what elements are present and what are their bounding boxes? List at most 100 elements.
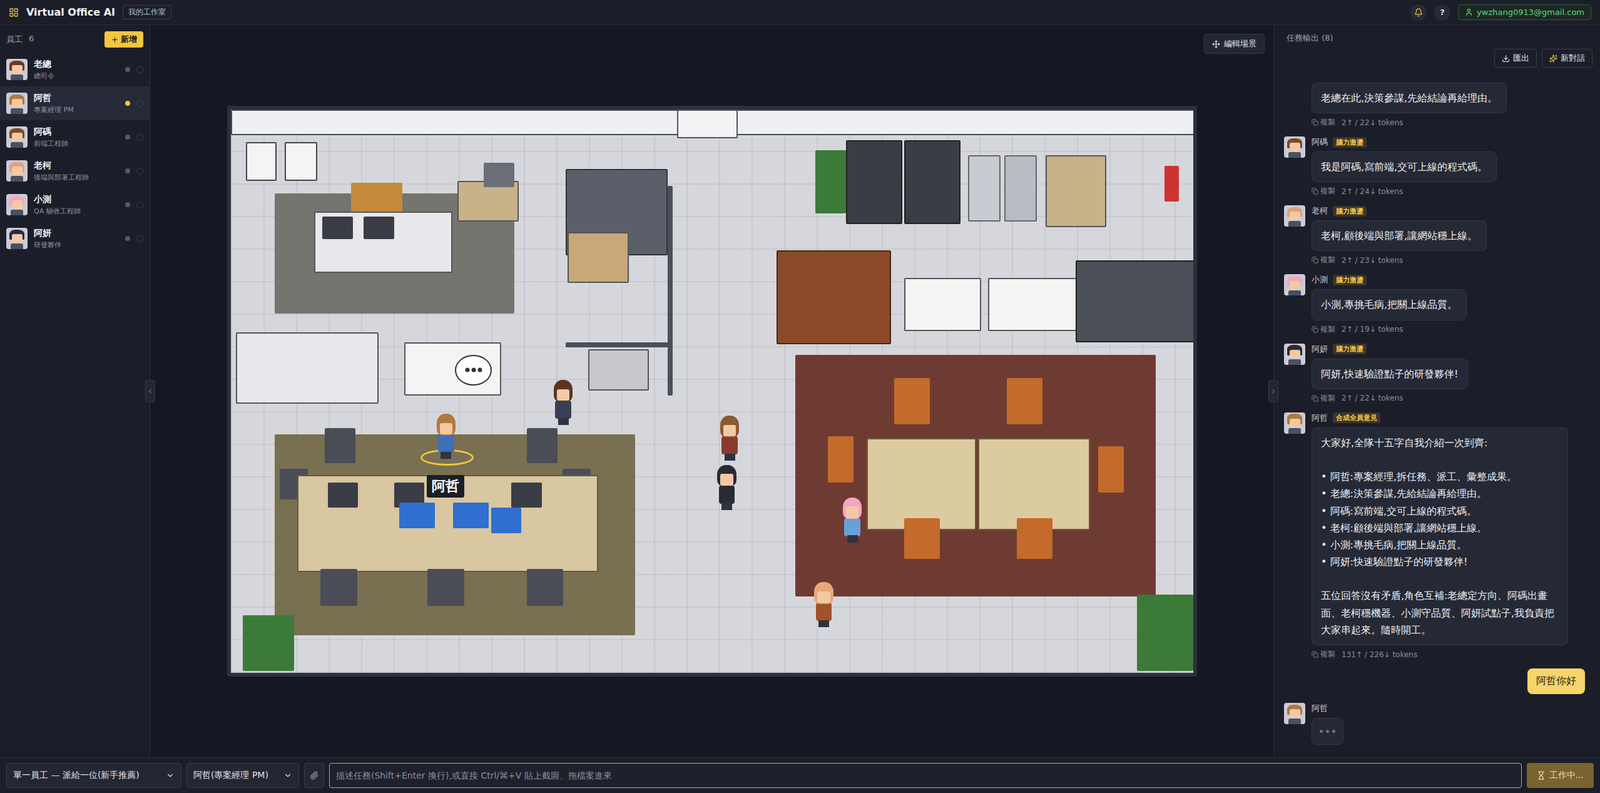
- chair: [320, 568, 358, 606]
- employee-role: 研發夥伴: [33, 240, 119, 250]
- user-icon: [1464, 8, 1473, 17]
- character[interactable]: [718, 415, 741, 461]
- options-icon[interactable]: [136, 100, 144, 108]
- sidebar-item[interactable]: 阿妍研發夥伴: [0, 221, 150, 256]
- agent-name: 阿妍: [1311, 343, 1328, 355]
- sidebar-item[interactable]: 阿哲專案經理 PM: [0, 86, 150, 121]
- copy-button[interactable]: 複製: [1311, 185, 1336, 197]
- scene-area: 編輯場景阿哲: [150, 25, 1274, 758]
- options-icon[interactable]: [136, 201, 144, 209]
- new-chat-button[interactable]: 新對話: [1541, 48, 1593, 68]
- extinguisher: [1164, 165, 1179, 202]
- sidebar-item[interactable]: 老總總司令: [0, 52, 150, 87]
- copy-button[interactable]: 複製: [1311, 254, 1336, 266]
- character[interactable]: [551, 379, 575, 425]
- workspace-tag[interactable]: 我的工作室: [122, 5, 172, 20]
- sidebar-header: 員工6 新增: [0, 25, 150, 53]
- task-output-panel: 任務輸出 (8)匯出新對話老總在此,決策參謀,先給結論再給理由。複製2↑ / 2…: [1273, 25, 1600, 758]
- options-icon[interactable]: [136, 167, 144, 175]
- employee-name: 老總: [33, 58, 119, 71]
- thinking-bubble-icon: [454, 354, 492, 386]
- mode-badge: 腦力激盪: [1332, 205, 1367, 217]
- vending: [845, 140, 903, 225]
- composer-bar: 單一員工 — 派給一位(新手推薦)阿哲(專案經理 PM) 工作中...: [0, 757, 1600, 793]
- options-icon[interactable]: [136, 66, 144, 74]
- copy-button[interactable]: 複製: [1311, 392, 1336, 404]
- options-icon[interactable]: [136, 133, 144, 141]
- fruit-table: [567, 232, 629, 284]
- chevron-left-icon: [146, 387, 154, 395]
- top-bar: Virtual Office AI我的工作室?ywzhang0913@gmail…: [0, 0, 1600, 26]
- picture: [284, 142, 318, 181]
- sparkle-icon: [1549, 54, 1558, 63]
- message-meta: 複製2↑ / 23↓ tokens: [1311, 254, 1403, 266]
- plant: [815, 150, 846, 214]
- chair: [827, 436, 854, 482]
- collapse-output-button[interactable]: [1268, 379, 1279, 403]
- status-dot: [125, 235, 131, 241]
- send-button[interactable]: 工作中...: [1526, 762, 1594, 788]
- user-bubble: 阿哲你好: [1527, 668, 1585, 694]
- screen: [453, 502, 489, 529]
- character[interactable]: [715, 464, 739, 510]
- air-conditioner: [677, 109, 739, 139]
- app: Virtual Office AI我的工作室?ywzhang0913@gmail…: [0, 0, 1600, 793]
- office-map[interactable]: 阿哲: [227, 105, 1198, 677]
- table: [978, 438, 1091, 530]
- options-icon[interactable]: [136, 235, 144, 243]
- avatar-icon: [6, 126, 28, 148]
- employee-role: 總司令: [33, 71, 119, 81]
- message-bubble: 小測,專挑毛病,把關上線品質。: [1311, 289, 1467, 320]
- picture: [245, 142, 277, 181]
- help-button[interactable]: ?: [1434, 4, 1451, 21]
- sidebar-item[interactable]: 老柯後端與部署工程師: [0, 153, 150, 188]
- export-button[interactable]: 匯出: [1494, 48, 1537, 68]
- avatar-icon: [1284, 343, 1306, 365]
- avatar-icon: [1284, 136, 1306, 158]
- shelf: [235, 332, 379, 404]
- chevron-right-icon: [1269, 387, 1278, 395]
- selected-character[interactable]: [434, 413, 458, 459]
- copy-button[interactable]: 複製: [1311, 117, 1336, 128]
- chair: [324, 428, 356, 463]
- user-menu[interactable]: ywzhang0913@gmail.com: [1457, 4, 1592, 21]
- status-dot: [125, 66, 131, 72]
- agent-message: 小測腦力激盪小測,專挑毛病,把關上線品質。複製2↑ / 19↓ tokens: [1284, 274, 1585, 335]
- chevron-down-icon: [165, 770, 175, 780]
- mode-select[interactable]: 單一員工 — 派給一位(新手推薦): [6, 762, 182, 788]
- notification-button[interactable]: [1410, 4, 1427, 21]
- chevron-down-icon: [283, 770, 293, 780]
- character-label: 阿哲: [426, 474, 465, 498]
- employee-name: 老柯: [33, 160, 119, 172]
- message-list: 老總在此,決策參謀,先給結論再給理由。複製2↑ / 22↓ tokens阿碼腦力…: [1273, 72, 1600, 758]
- employee-name: 阿妍: [33, 227, 119, 240]
- agent-message: 阿哲合成全員意見大家好,全隊十五字自我介紹一次到齊: • 阿哲:專案經理,拆任務…: [1284, 412, 1585, 660]
- avatar-icon: [1284, 274, 1306, 296]
- copy-button[interactable]: 複製: [1311, 324, 1336, 335]
- sidebar-item[interactable]: 小測QA 驗收工程師: [0, 187, 150, 222]
- bookshelf: [776, 250, 892, 345]
- message-bubble: 阿妍,快速驗證點子的研發夥伴!: [1311, 358, 1468, 390]
- copy-icon: [1311, 650, 1319, 658]
- message-meta: 複製2↑ / 24↓ tokens: [1311, 185, 1403, 197]
- avatar-icon: [1284, 412, 1306, 434]
- task-input[interactable]: [329, 762, 1522, 788]
- edit-scene-button[interactable]: 編輯場景: [1203, 33, 1265, 54]
- sidebar-title: 員工6: [6, 33, 34, 46]
- character[interactable]: [840, 497, 864, 543]
- character[interactable]: [812, 581, 836, 627]
- avatar-icon: [1284, 205, 1306, 227]
- fridge: [968, 155, 1001, 222]
- agent-name: 小測: [1311, 274, 1328, 286]
- mode-badge: 腦力激盪: [1332, 137, 1367, 148]
- sidebar-item[interactable]: 阿碼前端工程師: [0, 120, 150, 154]
- agent-name: 阿哲: [1311, 702, 1328, 714]
- avatar-icon: [1284, 702, 1306, 724]
- collapse-sidebar-button[interactable]: [145, 379, 156, 403]
- printer: [588, 349, 650, 390]
- copy-button[interactable]: 複製: [1311, 648, 1336, 660]
- assignee-select[interactable]: 阿哲(專案經理 PM): [186, 762, 300, 788]
- add-employee-button[interactable]: 新增: [104, 31, 144, 48]
- output-title: 任務輸出 (8): [1273, 25, 1600, 47]
- attach-button[interactable]: [304, 762, 325, 788]
